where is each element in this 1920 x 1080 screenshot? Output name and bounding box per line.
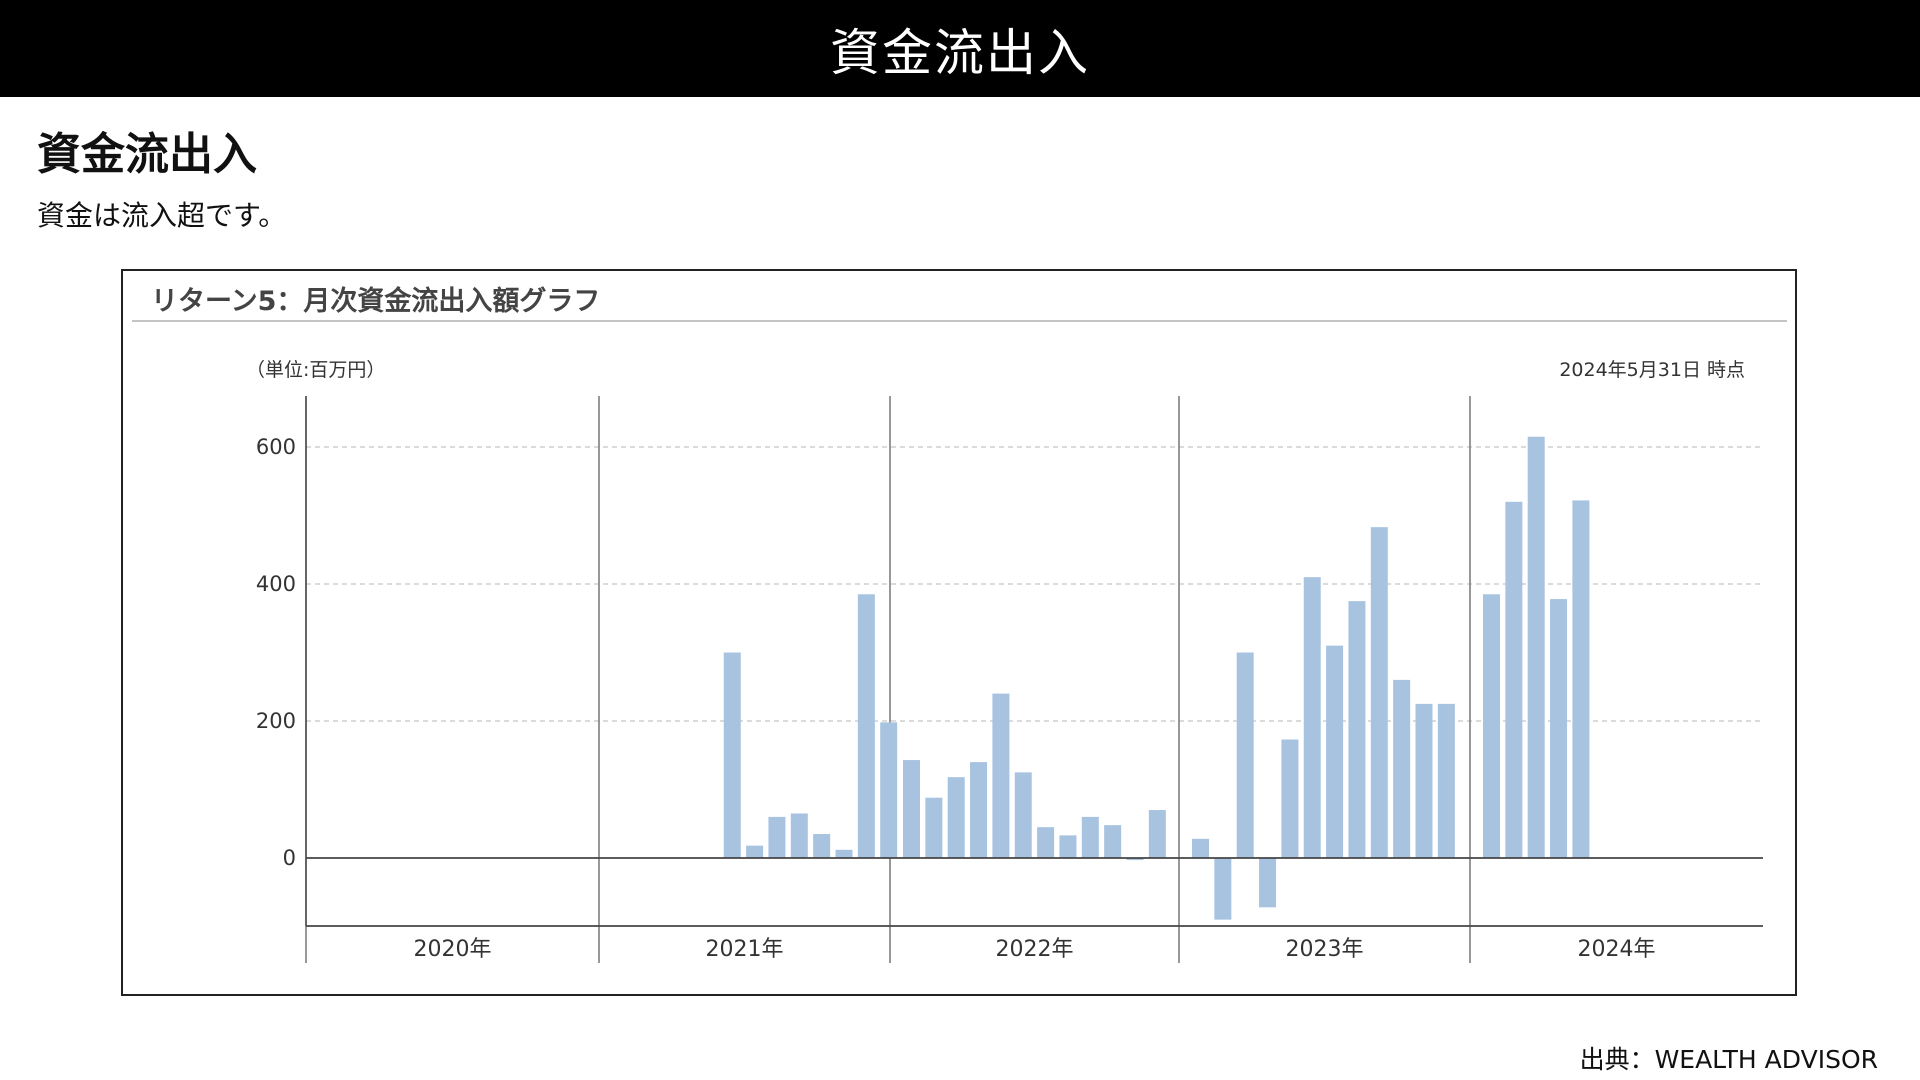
bar: [1437, 703, 1455, 858]
section-description: 資金は流入超です。: [37, 199, 287, 232]
x-year-label: 2024年: [1578, 937, 1656, 962]
header-bar: 資金流出入: [0, 0, 1920, 97]
header-title: 資金流出入: [830, 23, 1090, 82]
fund-flow-bar-chart: 0 200 400 600 2020年 2021年 2022年 2023年 2024年: [256, 396, 1763, 963]
section-heading: 資金流出入: [37, 129, 257, 180]
bar: [1192, 838, 1209, 858]
source-credit: 出典：WEALTH ADVISOR: [1579, 1045, 1878, 1074]
bar: [1281, 739, 1299, 858]
bar: [970, 762, 988, 858]
bar: [1415, 703, 1433, 858]
bar: [1303, 577, 1321, 858]
bar: [992, 693, 1010, 858]
bar: [947, 777, 965, 858]
bar: [1014, 772, 1032, 858]
bar: [1148, 810, 1166, 858]
bar: [790, 813, 808, 858]
bar: [723, 652, 741, 858]
bar: [1037, 827, 1055, 858]
bar: [746, 845, 764, 858]
bar: [925, 797, 943, 858]
bar: [1348, 601, 1366, 858]
x-year-label: 2022年: [996, 937, 1074, 962]
bar: [1081, 816, 1099, 858]
y-tick-label: 200: [256, 709, 296, 733]
bar: [1550, 599, 1568, 858]
bar: [1326, 645, 1344, 858]
bar: [1370, 527, 1388, 858]
x-year-label: 2020年: [414, 937, 492, 962]
chart-panel: リターン5：月次資金流出入額グラフ （単位:百万円） 2024年5月31日 時点…: [121, 269, 1797, 996]
bar: [1104, 825, 1122, 858]
bar: [1393, 679, 1411, 858]
bar: [1259, 858, 1277, 908]
bar: [1483, 594, 1500, 858]
bar: [857, 594, 875, 858]
bar: [813, 834, 831, 858]
bar: [880, 722, 898, 858]
bar: [835, 849, 853, 858]
x-year-label: 2023年: [1286, 937, 1364, 962]
y-tick-label: 600: [256, 435, 296, 459]
bar: [1236, 652, 1254, 858]
bar: [1214, 858, 1232, 920]
bar: [1505, 501, 1523, 858]
bar: [1527, 436, 1545, 858]
y-tick-label: 400: [256, 572, 296, 596]
bar: [1059, 835, 1077, 858]
bar: [1572, 500, 1590, 858]
bar: [768, 816, 786, 858]
y-tick-label: 0: [283, 846, 296, 870]
x-year-label: 2021年: [706, 937, 784, 962]
bar: [903, 760, 920, 858]
